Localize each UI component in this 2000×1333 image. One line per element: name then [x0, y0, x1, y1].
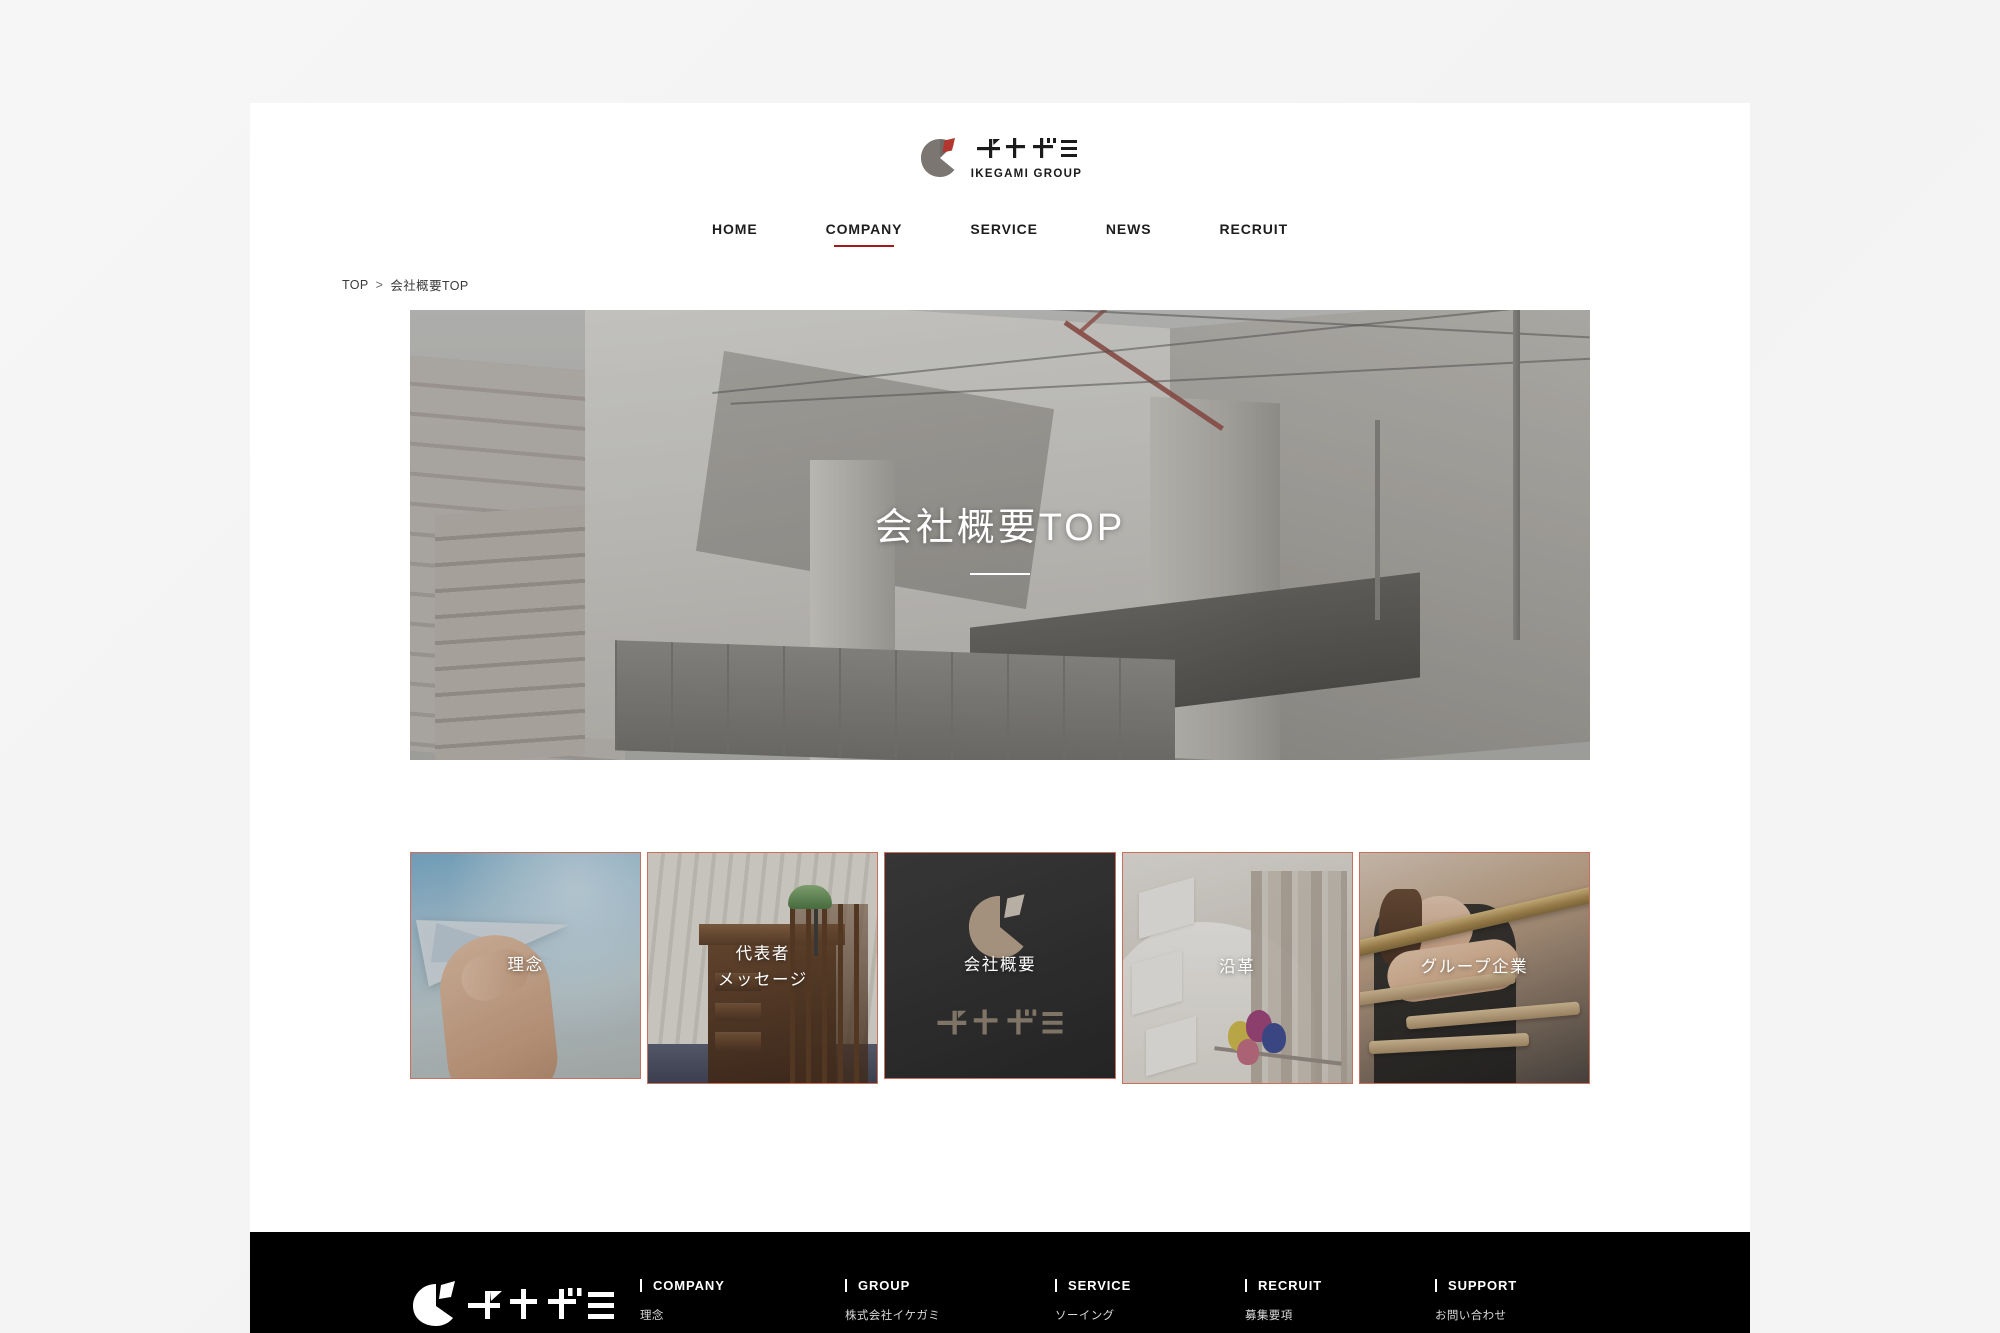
breadcrumb-current: 会社概要TOP [390, 279, 469, 293]
breadcrumb: TOP > 会社概要TOP [342, 275, 1750, 294]
footer-column-bar-icon [845, 1279, 847, 1292]
hero-title-rule [970, 572, 1030, 575]
page-container: IKEGAMI GROUP HOME COMPANY SERVICE NEWS … [250, 103, 1750, 1333]
card-group-companies-label: グループ企業 [1420, 958, 1529, 977]
nav-item-news[interactable]: NEWS [1072, 221, 1186, 247]
card-history[interactable]: 沿革 [1121, 852, 1353, 1084]
site-logo[interactable]: IKEGAMI GROUP [250, 125, 1750, 191]
logo-kana-icon [976, 136, 1077, 165]
footer-column-service-heading[interactable]: SERVICE [1068, 1278, 1131, 1293]
ikegami-logo-mark-icon [918, 136, 962, 180]
footer-column-support: SUPPORT お問い合わせ [1435, 1278, 1625, 1327]
footer-link[interactable]: 募集要項 [1245, 1306, 1435, 1327]
company-section-cards: 理念 代表者 メッセージ 会社概要 沿革 グループ企業 [410, 852, 1591, 1084]
footer-column-bar-icon [1245, 1279, 1247, 1292]
site-footer: COMPANY 理念 GROUP 株式会社イケガミ SERVICE ソーイング … [250, 1232, 1750, 1333]
card-history-label: 沿革 [1219, 958, 1256, 977]
footer-link[interactable]: 理念 [640, 1306, 845, 1327]
footer-link[interactable]: 株式会社イケガミ [845, 1306, 1055, 1327]
hero-title: 会社概要TOP [874, 506, 1126, 549]
footer-column-recruit: RECRUIT 募集要項 [1245, 1278, 1435, 1327]
main-navigation: HOME COMPANY SERVICE NEWS RECRUIT [250, 221, 1750, 247]
footer-column-recruit-heading[interactable]: RECRUIT [1258, 1278, 1322, 1293]
nav-item-home[interactable]: HOME [678, 221, 792, 247]
card-president-message-label: 代表者 メッセージ [648, 853, 877, 1083]
card-president-message[interactable]: 代表者 メッセージ [647, 852, 879, 1084]
footer-column-service: SERVICE ソーイング [1055, 1278, 1245, 1327]
card-group-companies[interactable]: グループ企業 [1358, 852, 1591, 1084]
footer-column-support-heading[interactable]: SUPPORT [1448, 1278, 1517, 1293]
card-rinen[interactable]: 理念 [410, 852, 642, 1079]
footer-column-bar-icon [1435, 1279, 1437, 1292]
footer-column-company-heading[interactable]: COMPANY [653, 1278, 725, 1293]
footer-column-group-heading[interactable]: GROUP [858, 1278, 910, 1293]
footer-column-bar-icon [1055, 1279, 1057, 1292]
card-president-message-label-line1: 代表者 [735, 945, 790, 964]
nav-item-service[interactable]: SERVICE [936, 221, 1072, 247]
card-rinen-label: 理念 [507, 955, 544, 974]
card-company-profile-label: 会社概要 [963, 955, 1037, 974]
card-president-message-label-line2: メッセージ [717, 971, 808, 989]
site-header: IKEGAMI GROUP HOME COMPANY SERVICE NEWS … [250, 103, 1750, 247]
footer-logo[interactable] [410, 1278, 640, 1333]
logo-english-text: IKEGAMI GROUP [970, 168, 1083, 180]
screenshot-viewport: IKEGAMI GROUP HOME COMPANY SERVICE NEWS … [0, 0, 2000, 1333]
nav-item-company[interactable]: COMPANY [792, 221, 937, 247]
footer-link[interactable]: ソーイング [1055, 1306, 1245, 1327]
footer-link-columns: COMPANY 理念 GROUP 株式会社イケガミ SERVICE ソーイング … [640, 1278, 1750, 1327]
footer-column-company: COMPANY 理念 [640, 1278, 845, 1327]
breadcrumb-home-link[interactable]: TOP [342, 278, 369, 292]
footer-link[interactable]: お問い合わせ [1435, 1306, 1625, 1327]
nav-item-recruit[interactable]: RECRUIT [1186, 221, 1323, 247]
card-company-profile[interactable]: 会社概要 [884, 852, 1116, 1079]
footer-column-group: GROUP 株式会社イケガミ [845, 1278, 1055, 1327]
hero-banner: 会社概要TOP [410, 310, 1590, 760]
footer-column-bar-icon [640, 1279, 642, 1292]
breadcrumb-separator: > [375, 277, 384, 292]
